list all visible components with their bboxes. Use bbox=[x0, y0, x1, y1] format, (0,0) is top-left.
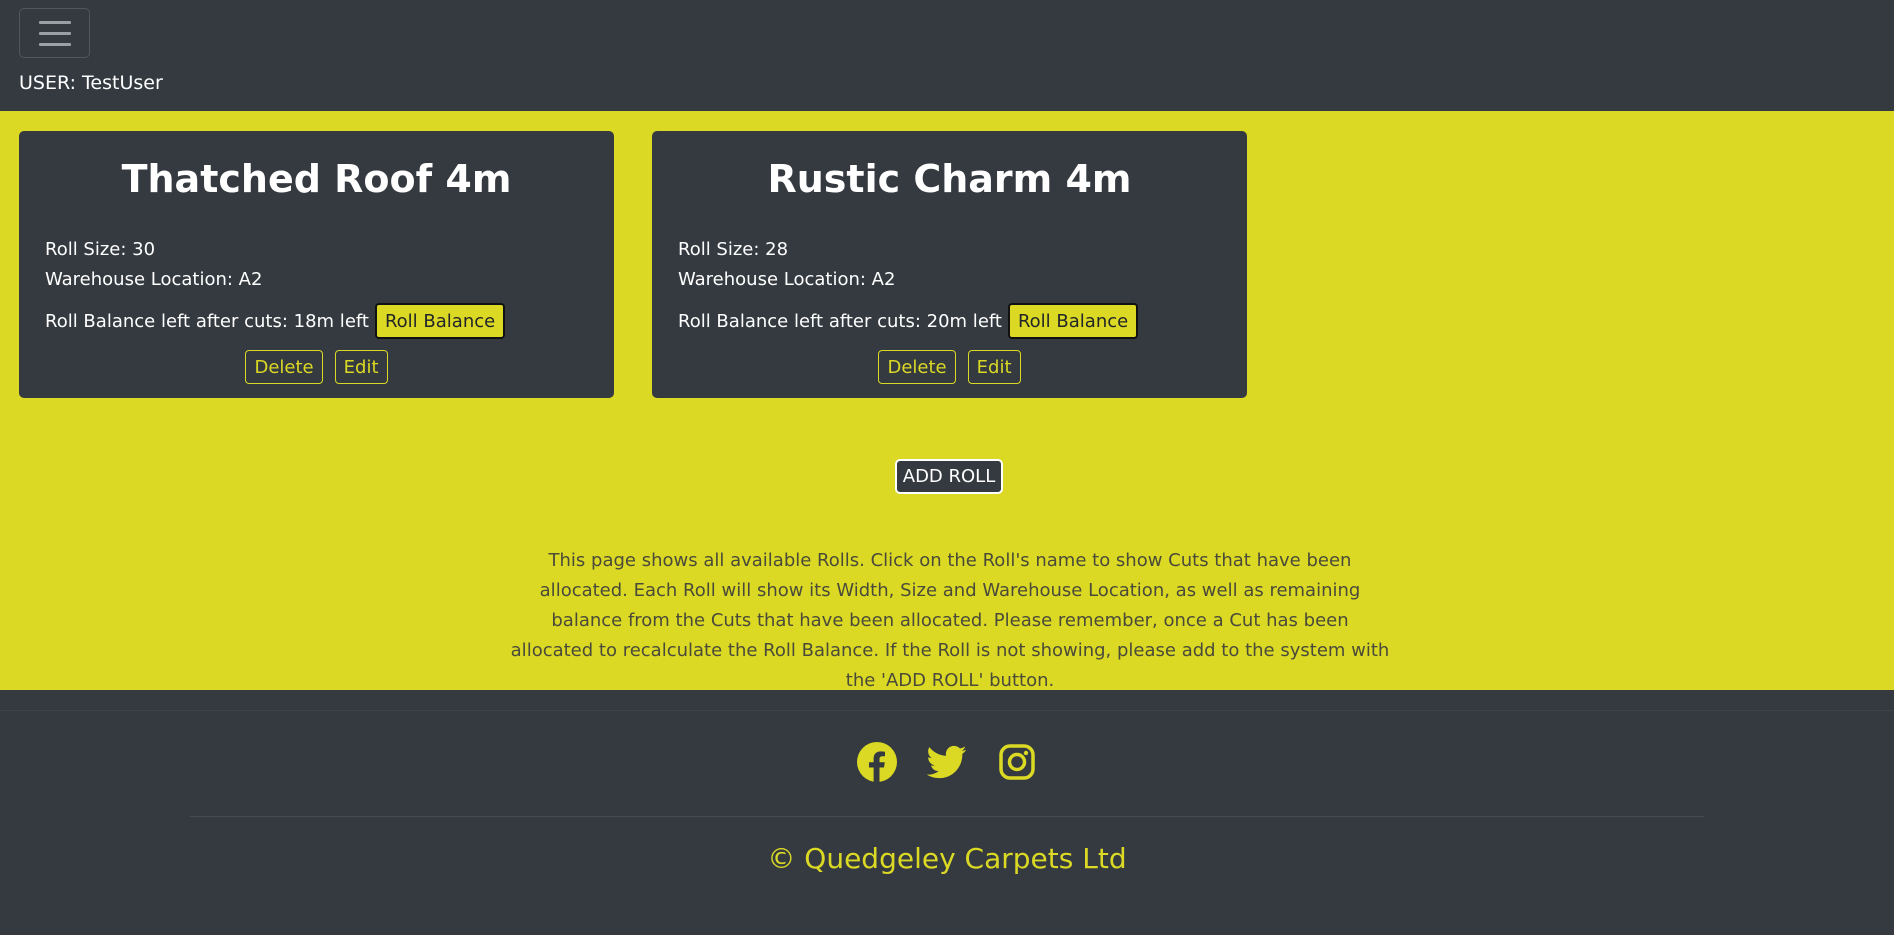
edit-button[interactable]: Edit bbox=[334, 350, 388, 384]
edit-button[interactable]: Edit bbox=[967, 350, 1021, 384]
instagram-icon[interactable] bbox=[997, 742, 1037, 782]
roll-balance-button[interactable]: Roll Balance bbox=[1007, 303, 1139, 339]
roll-balance-button[interactable]: Roll Balance bbox=[374, 303, 506, 339]
footer-divider bbox=[0, 710, 1894, 711]
user-label: USER: TestUser bbox=[19, 72, 163, 94]
roll-balance-text: Roll Balance left after cuts: 18m left bbox=[45, 310, 369, 332]
roll-balance-text: Roll Balance left after cuts: 20m left bbox=[678, 310, 1002, 332]
roll-size: Roll Size: 28 bbox=[678, 239, 789, 260]
card-actions: Delete Edit bbox=[19, 350, 614, 384]
copyright-text: © Quedgeley Carpets Ltd bbox=[767, 842, 1127, 875]
card-actions: Delete Edit bbox=[652, 350, 1247, 384]
facebook-icon[interactable] bbox=[857, 742, 897, 782]
roll-name-link[interactable]: Thatched Roof 4m bbox=[19, 157, 614, 201]
twitter-icon[interactable] bbox=[926, 742, 967, 782]
menu-icon-bar bbox=[38, 20, 71, 24]
footer: © Quedgeley Carpets Ltd bbox=[0, 690, 1894, 935]
roll-balance-row: Roll Balance left after cuts: 18m left R… bbox=[45, 303, 506, 339]
footer-divider bbox=[190, 816, 1704, 817]
menu-icon-bar bbox=[38, 31, 71, 35]
main-content: Thatched Roof 4m Roll Size: 30 Warehouse… bbox=[0, 111, 1894, 691]
social-links bbox=[0, 742, 1894, 782]
add-roll-button[interactable]: ADD ROLL bbox=[895, 459, 1003, 494]
roll-card: Thatched Roof 4m Roll Size: 30 Warehouse… bbox=[19, 131, 614, 398]
roll-size: Roll Size: 30 bbox=[45, 239, 156, 260]
warehouse-location: Warehouse Location: A2 bbox=[45, 269, 263, 290]
menu-icon-bar bbox=[38, 42, 71, 46]
delete-button[interactable]: Delete bbox=[878, 350, 956, 384]
roll-card: Rustic Charm 4m Roll Size: 28 Warehouse … bbox=[652, 131, 1247, 398]
roll-name-link[interactable]: Rustic Charm 4m bbox=[652, 157, 1247, 201]
delete-button[interactable]: Delete bbox=[245, 350, 323, 384]
top-navbar: USER: TestUser bbox=[0, 0, 1894, 111]
page-info-text: This page shows all available Rolls. Cli… bbox=[510, 550, 1390, 691]
hamburger-menu-button[interactable] bbox=[19, 8, 90, 58]
roll-balance-row: Roll Balance left after cuts: 20m left R… bbox=[678, 303, 1139, 339]
warehouse-location: Warehouse Location: A2 bbox=[678, 269, 896, 290]
